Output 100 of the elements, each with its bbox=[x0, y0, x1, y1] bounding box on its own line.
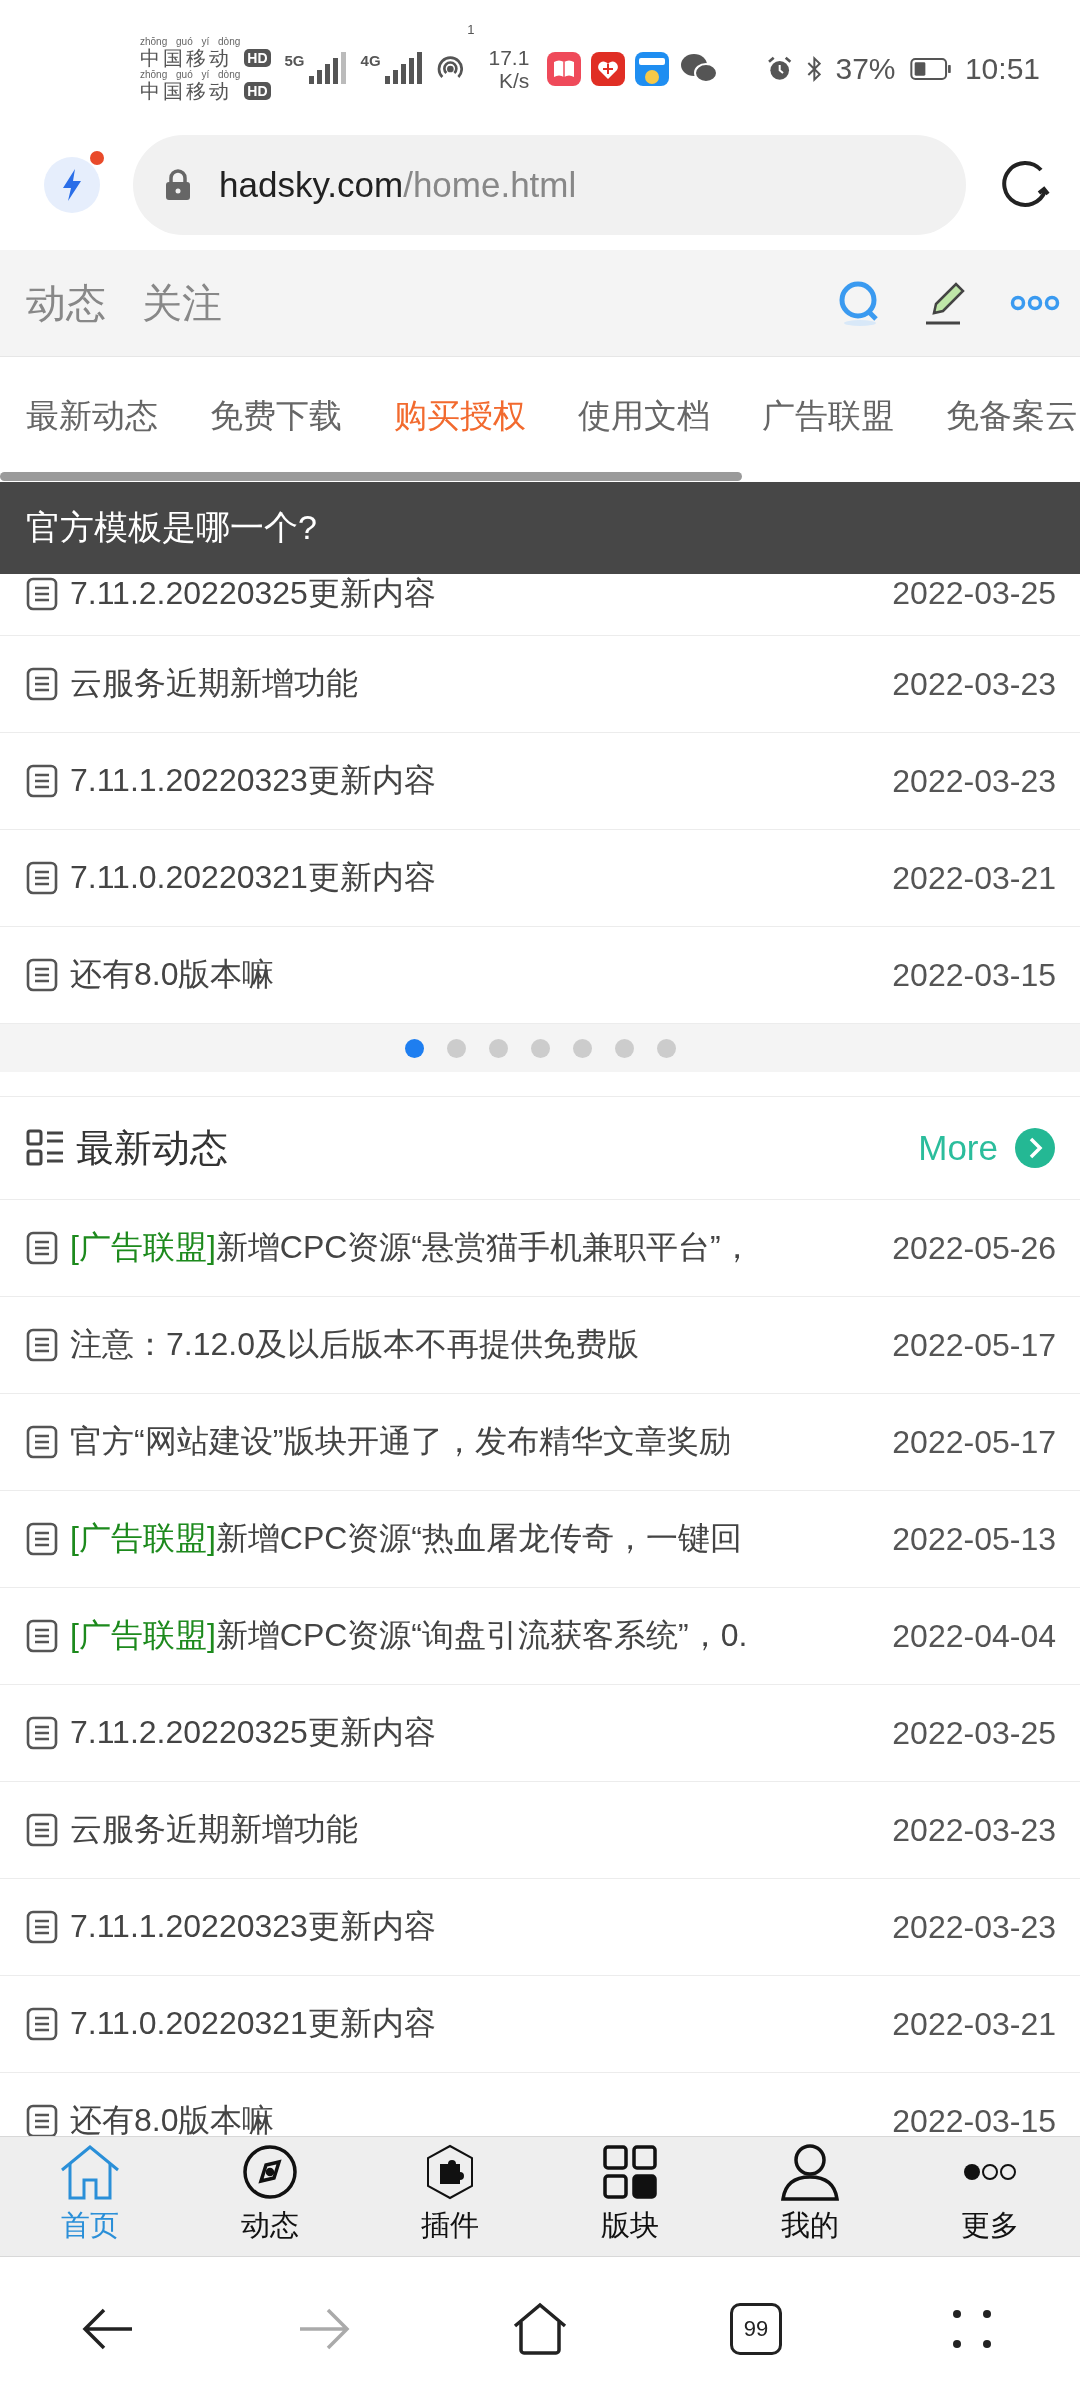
post-title[interactable]: 云服务近期新增功能 bbox=[70, 662, 881, 706]
document-icon bbox=[26, 667, 58, 701]
post-title[interactable]: 官方“网站建设”版块开通了，发布精华文章奖励 bbox=[70, 1420, 881, 1464]
grid-icon bbox=[602, 2144, 658, 2200]
lock-icon bbox=[165, 169, 191, 201]
flash-button[interactable] bbox=[44, 157, 100, 213]
carousel-caption[interactable]: 官方模板是哪一个? bbox=[0, 482, 1080, 574]
carousel-dot[interactable] bbox=[614, 1038, 634, 1058]
speed-value: 17.1 bbox=[488, 46, 530, 69]
signal-icon bbox=[306, 52, 347, 86]
section-title: 最新动态 bbox=[76, 1125, 228, 1171]
document-icon bbox=[26, 1425, 58, 1459]
battery-percent: 37% bbox=[835, 52, 896, 86]
signal-icon bbox=[382, 52, 423, 86]
category-tab[interactable]: 广告联盟 bbox=[762, 393, 894, 439]
document-icon bbox=[26, 576, 58, 611]
document-icon bbox=[26, 1522, 58, 1556]
post-date: 2022-03-25 bbox=[892, 1714, 1056, 1752]
carousel-dot[interactable] bbox=[404, 1038, 424, 1058]
post-title[interactable]: 7.11.0.20220321更新内容 bbox=[70, 2002, 881, 2046]
carousel-dot[interactable] bbox=[446, 1038, 466, 1058]
document-icon bbox=[26, 1231, 58, 1265]
post-date: 2022-03-23 bbox=[892, 1811, 1056, 1849]
carrier-name: 中国移动 bbox=[140, 47, 232, 69]
post-title[interactable]: 7.11.0.20220321更新内容 bbox=[70, 856, 881, 900]
menu-icon[interactable] bbox=[952, 2308, 992, 2349]
carousel-dot[interactable] bbox=[488, 1038, 508, 1058]
chevron-right-icon[interactable] bbox=[1014, 1127, 1056, 1169]
post-date: 2022-04-04 bbox=[892, 1617, 1056, 1655]
nav-item[interactable]: 版块 bbox=[540, 2137, 720, 2256]
puzzle-icon bbox=[425, 2144, 475, 2200]
car-app-icon bbox=[635, 52, 670, 86]
post-date: 2022-03-23 bbox=[892, 1908, 1056, 1946]
network-type: 4G bbox=[360, 52, 381, 69]
post-date: 2022-05-17 bbox=[892, 1423, 1056, 1461]
nav-item[interactable]: 更多 bbox=[900, 2137, 1080, 2256]
list-icon bbox=[26, 1128, 66, 1168]
post-title[interactable]: 还有8.0版本嘛 bbox=[70, 2099, 881, 2136]
pinyin-text: zhōng guó yí dòng bbox=[140, 36, 241, 47]
document-icon bbox=[26, 1910, 58, 1944]
notification-dot bbox=[90, 151, 104, 165]
pinyin-text: zhōng guó yí dòng bbox=[140, 69, 241, 80]
url-text: hadsky.com/home.html bbox=[219, 165, 577, 205]
carrier-name: 中国移动 bbox=[140, 80, 232, 102]
document-icon bbox=[26, 2007, 58, 2041]
post-title[interactable]: 7.11.1.20220323更新内容 bbox=[70, 759, 881, 803]
document-icon bbox=[26, 1716, 58, 1750]
post-date: 2022-03-23 bbox=[892, 665, 1056, 703]
document-icon bbox=[26, 861, 58, 895]
tab-count-button[interactable]: 99 bbox=[730, 2302, 782, 2355]
document-icon bbox=[26, 1619, 58, 1653]
post-title[interactable]: 注意：7.12.0及以后版本不再提供免费版 bbox=[70, 1323, 881, 1367]
nav-item[interactable]: 插件 bbox=[360, 2137, 540, 2256]
post-title[interactable]: 还有8.0版本嘛 bbox=[70, 953, 881, 997]
carousel-dot[interactable] bbox=[656, 1038, 676, 1058]
post-date: 2022-03-21 bbox=[892, 859, 1056, 897]
back-arrow-icon[interactable] bbox=[82, 2306, 134, 2351]
post-date: 2022-03-23 bbox=[892, 762, 1056, 800]
document-icon bbox=[26, 1813, 58, 1847]
address-field[interactable]: hadsky.com/home.html bbox=[133, 135, 966, 235]
more-icon[interactable] bbox=[1010, 293, 1060, 313]
post-title[interactable]: 7.11.2.20220325更新内容 bbox=[70, 1711, 881, 1755]
post-date: 2022-03-25 bbox=[892, 575, 1056, 612]
network-type: 5G bbox=[284, 52, 305, 69]
document-icon bbox=[26, 1328, 58, 1362]
document-icon bbox=[26, 2104, 58, 2136]
dots-icon bbox=[962, 2162, 1018, 2182]
post-date: 2022-03-15 bbox=[892, 956, 1056, 994]
lightning-icon bbox=[60, 168, 84, 202]
post-title[interactable]: [广告联盟]新增CPC资源“热血屠龙传奇，一键回 bbox=[70, 1517, 881, 1561]
hd-badge: HD bbox=[244, 49, 271, 67]
post-date: 2022-05-17 bbox=[892, 1326, 1056, 1364]
person-icon bbox=[780, 2143, 840, 2201]
carousel-dot[interactable] bbox=[530, 1038, 550, 1058]
post-date: 2022-05-26 bbox=[892, 1229, 1056, 1267]
post-title[interactable]: [广告联盟]新增CPC资源“悬赏猫手机兼职平台”， bbox=[70, 1226, 881, 1270]
clock-time: 10:51 bbox=[964, 52, 1040, 86]
post-date: 2022-03-21 bbox=[892, 2005, 1056, 2043]
book-app-icon bbox=[547, 52, 582, 86]
document-icon bbox=[26, 764, 58, 798]
category-tab[interactable]: 使用文档 bbox=[578, 393, 710, 439]
nav-item[interactable]: 我的 bbox=[720, 2137, 900, 2256]
home-icon[interactable] bbox=[512, 2301, 568, 2356]
category-tab[interactable]: 免备案云 bbox=[946, 393, 1078, 439]
post-date: 2022-05-13 bbox=[892, 1520, 1056, 1558]
compass-icon bbox=[242, 2144, 298, 2200]
hotspot-count: 1 bbox=[467, 22, 475, 37]
heart-app-icon bbox=[591, 52, 626, 86]
post-title[interactable]: 7.11.1.20220323更新内容 bbox=[70, 1905, 881, 1949]
nav-item[interactable]: 动态 bbox=[180, 2137, 360, 2256]
category-tab[interactable]: 最新动态 bbox=[26, 393, 158, 439]
hd-badge: HD bbox=[244, 82, 271, 100]
speed-unit: K/s bbox=[499, 69, 530, 92]
document-icon bbox=[26, 958, 58, 992]
post-title[interactable]: 7.11.2.20220325更新内容 bbox=[70, 571, 881, 616]
post-title[interactable]: 云服务近期新增功能 bbox=[70, 1808, 881, 1852]
post-title[interactable]: [广告联盟]新增CPC资源“询盘引流获客系统”，0. bbox=[70, 1614, 881, 1658]
carousel-dot[interactable] bbox=[572, 1038, 592, 1058]
house-icon bbox=[59, 2144, 121, 2200]
category-tab[interactable]: 免费下载 bbox=[210, 393, 342, 439]
